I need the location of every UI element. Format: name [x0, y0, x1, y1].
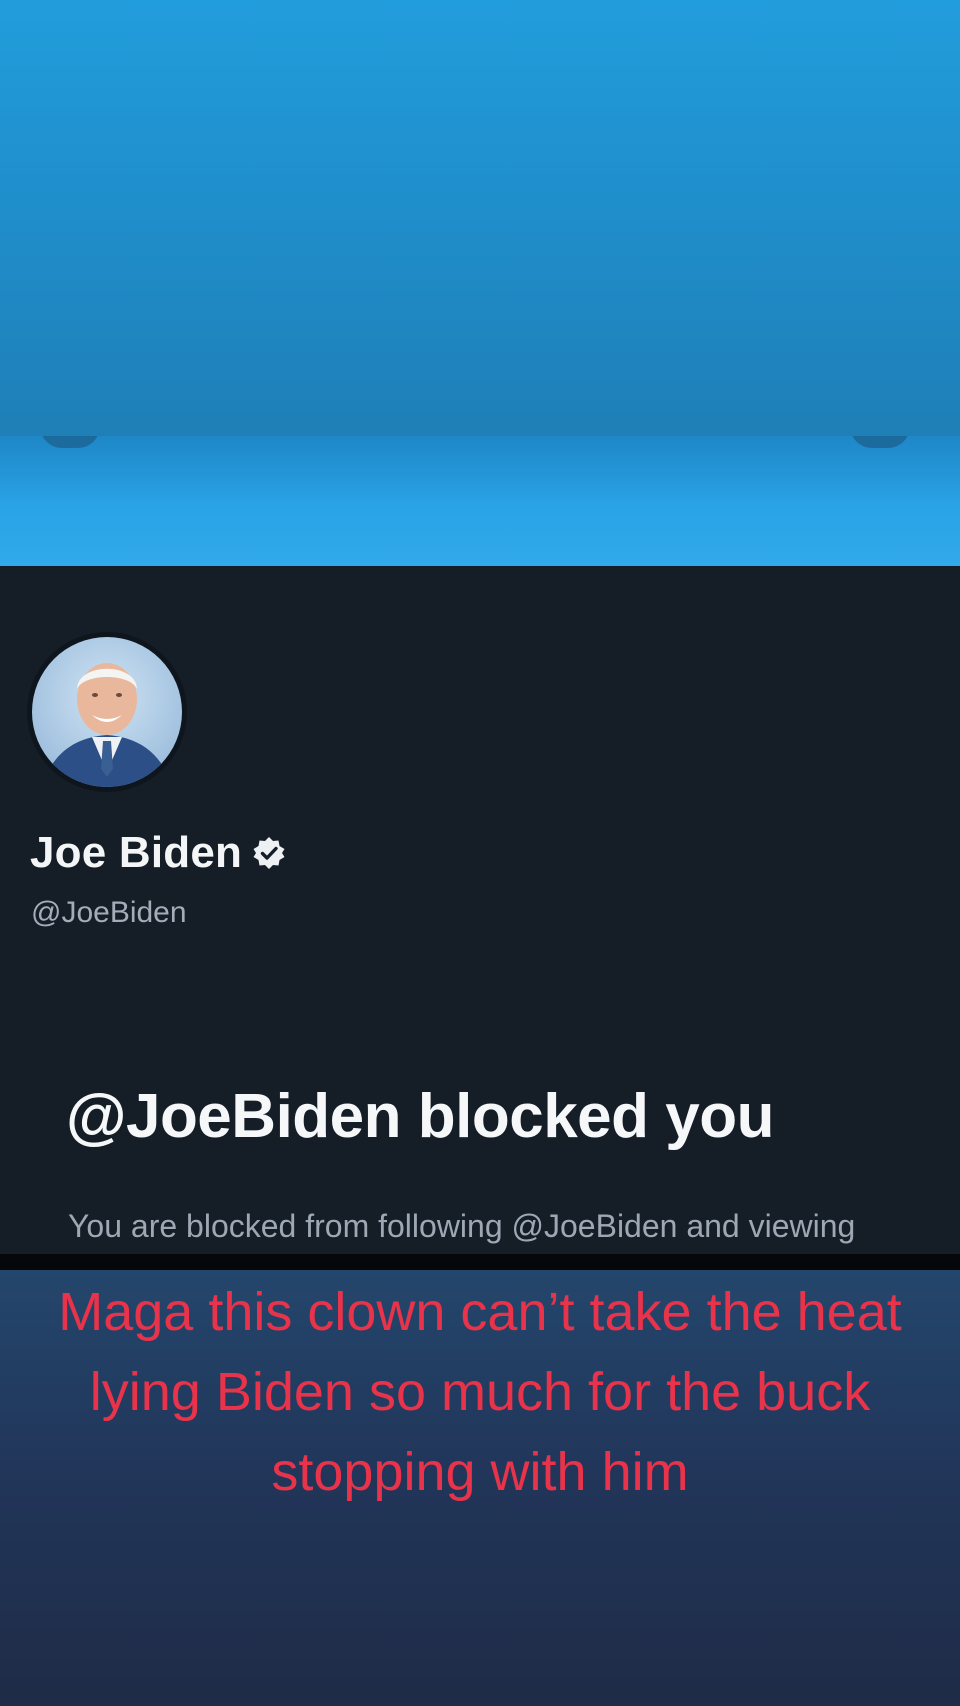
banner-decoration-right	[850, 436, 910, 448]
profile-handle: @JoeBiden	[31, 896, 187, 929]
banner-decoration-left	[40, 436, 100, 448]
twitter-profile-screenshot: Joe Biden @JoeBiden @JoeBiden blocked yo…	[0, 436, 960, 1254]
blocked-description: You are blocked from following @JoeBiden…	[68, 1208, 856, 1244]
profile-banner	[0, 436, 960, 566]
avatar-photo	[32, 637, 182, 787]
profile-body: Joe Biden @JoeBiden @JoeBiden blocked yo…	[0, 566, 960, 1254]
caption-text: Maga this clown can’t take the heat lyin…	[58, 1282, 902, 1502]
divider	[0, 1254, 960, 1270]
profile-name: Joe Biden	[30, 828, 243, 877]
avatar[interactable]	[27, 632, 187, 792]
profile-name-row: Joe Biden	[30, 828, 286, 878]
top-blue-background	[0, 0, 960, 436]
blocked-title: @JoeBiden blocked you	[66, 1082, 774, 1151]
verified-badge-icon	[252, 836, 286, 870]
